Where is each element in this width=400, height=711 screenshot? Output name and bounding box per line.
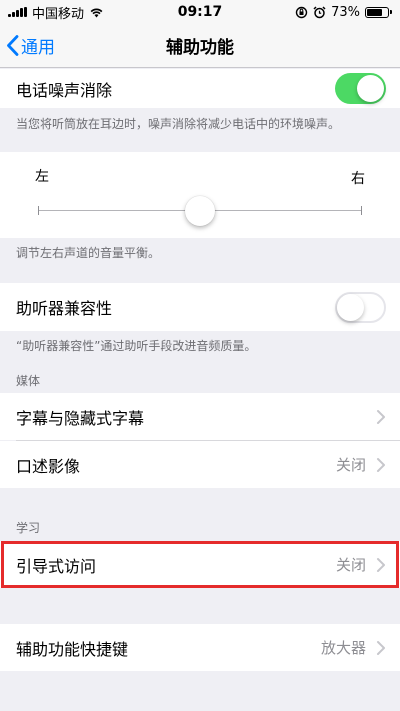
hearing-aid-compatibility-row: 助听器兼容性	[0, 283, 400, 331]
audio-balance-row: 左 右	[0, 152, 400, 238]
alarm-icon	[313, 5, 326, 18]
status-bar: 中国移动 09:17 73%	[0, 0, 400, 24]
rotation-lock-icon	[295, 6, 308, 18]
back-button-label: 通用	[21, 38, 55, 58]
chevron-right-icon	[377, 409, 385, 424]
list-item-value: 放大器	[320, 639, 366, 657]
list-item-value: 关闭	[335, 556, 366, 574]
phone-noise-cancellation-label: 电话噪声消除	[16, 80, 113, 100]
navigation-bar: 通用 辅助功能	[0, 24, 400, 68]
learning-section-header: 学习	[16, 521, 41, 535]
hearing-aid-compatibility-toggle[interactable]	[335, 291, 386, 323]
list-item-value: 关闭	[335, 456, 366, 474]
list-item-subtitles[interactable]: 字幕与隐藏式字幕	[0, 393, 400, 440]
balance-slider-knob[interactable]	[185, 196, 215, 226]
phone-noise-cancellation-row: 电话噪声消除	[0, 69, 400, 108]
hearing-aid-footer: “助听器兼容性”通过助听手段改进音频质量。	[16, 339, 257, 353]
phone-noise-footer: 当您将听筒放在耳边时，噪声消除将减少电话中的环境噪声。	[16, 117, 341, 131]
hearing-aid-compatibility-label: 助听器兼容性	[16, 299, 113, 318]
media-section-header: 媒体	[16, 374, 41, 388]
signal-icon	[8, 7, 27, 17]
list-item-label: 辅助功能快捷键	[16, 639, 129, 659]
balance-left-label: 左	[35, 169, 49, 185]
carrier-label: 中国移动	[32, 6, 85, 22]
chevron-left-icon	[7, 35, 19, 56]
list-item-label: 口述影像	[16, 456, 81, 476]
balance-right-label: 右	[351, 171, 365, 187]
battery-percent: 73%	[331, 4, 360, 20]
phone-noise-cancellation-toggle[interactable]	[335, 73, 386, 104]
back-button[interactable]: 通用	[6, 33, 55, 58]
page-title: 辅助功能	[166, 38, 234, 58]
wifi-icon	[90, 8, 103, 17]
chevron-right-icon	[377, 640, 385, 655]
balance-footer: 调节左右声道的音量平衡。	[16, 246, 161, 260]
list-item-label: 引导式访问	[16, 556, 97, 576]
list-item-guided-access[interactable]: 引导式访问 关闭	[0, 541, 400, 588]
list-item-audio-descriptions[interactable]: 口述影像 关闭	[0, 441, 400, 488]
list-item-label: 字幕与隐藏式字幕	[16, 408, 145, 428]
battery-icon	[365, 6, 392, 18]
list-item-accessibility-shortcut[interactable]: 辅助功能快捷键 放大器	[0, 624, 400, 671]
chevron-right-icon	[377, 557, 385, 572]
chevron-right-icon	[377, 457, 385, 472]
